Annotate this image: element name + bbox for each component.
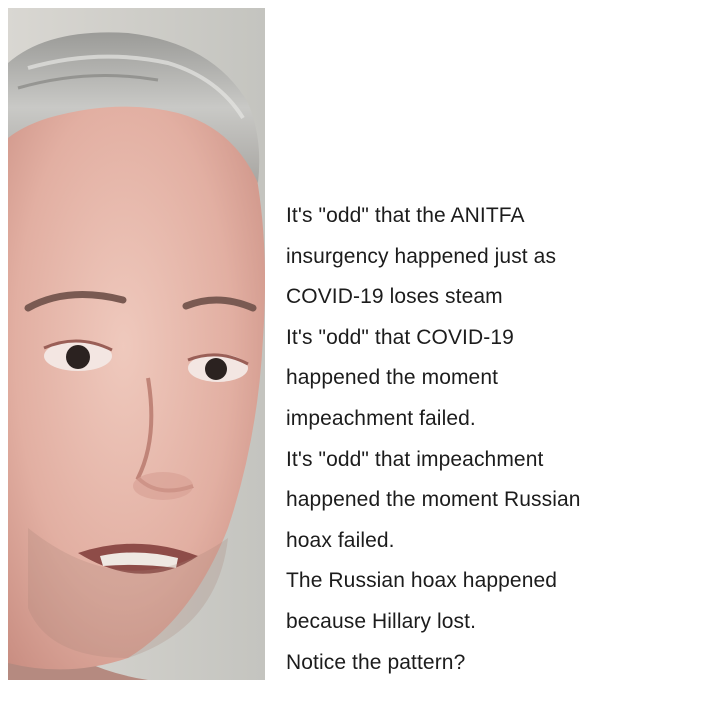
- caption-line: hoax failed.: [286, 528, 395, 552]
- caption-line: impeachment failed.: [286, 406, 476, 430]
- caption-line: insurgency happened just as: [286, 244, 557, 268]
- meme-canvas: It's "odd" that the ANITFA insurgency ha…: [0, 0, 711, 711]
- caption-line: It's "odd" that COVID-19: [286, 325, 514, 349]
- caption-line: Notice the pattern?: [286, 650, 466, 674]
- meme-caption: It's "odd" that the ANITFA insurgency ha…: [286, 196, 706, 683]
- caption-line: It's "odd" that the ANITFA: [286, 204, 525, 227]
- caption-line: The Russian hoax happened: [286, 569, 558, 593]
- caption-line: happened the moment Russian: [286, 488, 581, 512]
- caption-line: because Hillary lost.: [286, 609, 477, 633]
- portrait-photo: [8, 8, 265, 680]
- caption-line: COVID-19 loses steam: [286, 285, 503, 309]
- bottom-margin: [0, 686, 711, 711]
- portrait-illustration: [8, 8, 265, 680]
- caption-line: It's "odd" that impeachment: [286, 447, 544, 471]
- caption-line: happened the moment: [286, 366, 499, 390]
